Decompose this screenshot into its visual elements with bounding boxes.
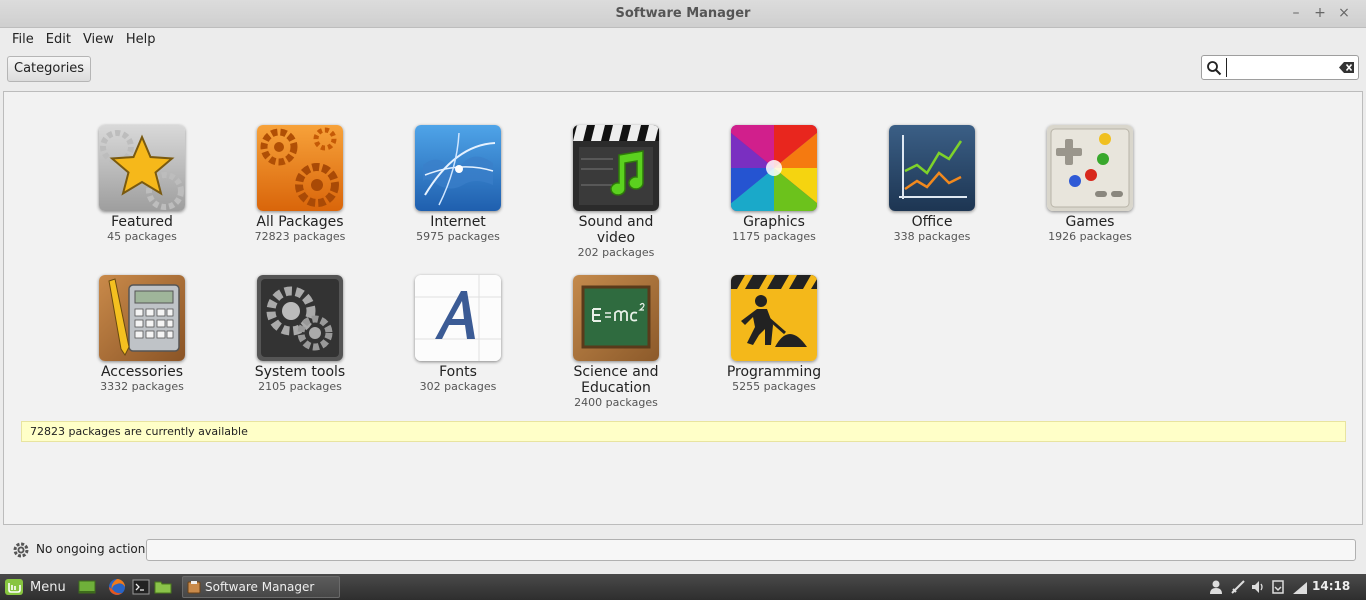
gamepad-icon: [1047, 125, 1133, 211]
search-icon: [1207, 61, 1222, 76]
close-button[interactable]: ×: [1336, 4, 1352, 22]
search-input[interactable]: [1226, 58, 1336, 77]
menu-edit[interactable]: Edit: [40, 32, 77, 47]
category-name: Sound and video: [578, 214, 654, 246]
availability-notice: 72823 packages are currently available: [21, 421, 1346, 442]
category-name: Office: [911, 214, 953, 230]
category-count: 1926 packages: [1048, 230, 1132, 243]
user-icon[interactable]: [1208, 579, 1224, 595]
category-count: 338 packages: [893, 230, 971, 243]
category-name: Featured: [111, 214, 173, 230]
minimize-button[interactable]: –: [1288, 4, 1304, 22]
category-name: Programming: [726, 364, 822, 380]
menu-view[interactable]: View: [77, 32, 120, 47]
update-manager-icon[interactable]: [1270, 579, 1286, 595]
category-sound-and-video[interactable]: Sound and video 202 packages: [546, 125, 686, 260]
mint-logo-icon: [5, 579, 23, 595]
status-text: No ongoing actions: [36, 542, 152, 556]
category-graphics[interactable]: Graphics 1175 packages: [704, 125, 844, 244]
system-gears-icon: [257, 275, 343, 361]
category-name: All Packages: [256, 214, 344, 230]
globe-icon: [415, 125, 501, 211]
category-count: 45 packages: [107, 230, 177, 243]
clear-search-icon[interactable]: [1339, 61, 1355, 74]
category-name: Graphics: [743, 214, 805, 230]
gear-icon: [13, 542, 29, 558]
category-featured[interactable]: Featured 45 packages: [72, 125, 212, 244]
category-count: 2105 packages: [258, 380, 342, 393]
category-count: 5255 packages: [732, 380, 816, 393]
menu-help[interactable]: Help: [120, 32, 162, 47]
clapper-music-icon: [573, 125, 659, 211]
category-name: Fonts: [439, 364, 477, 380]
category-count: 202 packages: [577, 246, 655, 259]
task-label: Software Manager: [205, 580, 315, 594]
category-count: 302 packages: [419, 380, 497, 393]
category-count: 72823 packages: [254, 230, 346, 243]
network-icon[interactable]: [1230, 579, 1246, 595]
category-games[interactable]: Games 1926 packages: [1020, 125, 1160, 244]
status-bar: No ongoing actions: [8, 537, 1358, 563]
taskbar: Menu Software Manager 14:18: [0, 574, 1366, 600]
clock: 14:18: [1312, 579, 1351, 593]
category-office[interactable]: Office 338 packages: [862, 125, 1002, 244]
taskbar-task-software-manager[interactable]: Software Manager: [182, 576, 340, 598]
volume-icon[interactable]: [1250, 579, 1266, 595]
toolbar: Categories: [0, 52, 1366, 86]
terminal-icon[interactable]: [132, 578, 150, 596]
category-accessories[interactable]: Accessories 3332 packages: [72, 275, 212, 394]
category-system-tools[interactable]: System tools 2105 packages: [230, 275, 370, 394]
title-bar: Software Manager – + ×: [0, 0, 1366, 28]
menu-file[interactable]: File: [6, 32, 40, 47]
search-box[interactable]: [1201, 55, 1359, 80]
category-all-packages[interactable]: All Packages 72823 packages: [230, 125, 370, 244]
progress-bar: [146, 539, 1356, 561]
categories-button[interactable]: Categories: [7, 56, 92, 82]
category-fonts[interactable]: Fonts 302 packages: [388, 275, 528, 394]
category-name: Games: [1065, 214, 1115, 230]
color-wheel-icon: [731, 125, 817, 211]
gears-icon: [257, 125, 343, 211]
category-count: 2400 packages: [574, 396, 658, 409]
taskbar-menu-button[interactable]: Menu: [4, 577, 66, 597]
category-name: Internet: [430, 214, 486, 230]
window-title: Software Manager: [615, 6, 751, 21]
category-name: Science and Education: [573, 364, 659, 396]
construction-icon: [731, 275, 817, 361]
software-manager-icon: [187, 581, 201, 594]
show-desktop-icon[interactable]: [78, 578, 96, 596]
category-name: Accessories: [100, 364, 184, 380]
categories-panel: Featured 45 packages All Packages 72823 …: [3, 91, 1363, 525]
featured-star-icon: [99, 125, 185, 211]
firefox-icon[interactable]: [108, 578, 126, 596]
calculator-icon: [99, 275, 185, 361]
category-name: System tools: [254, 364, 346, 380]
category-count: 5975 packages: [416, 230, 500, 243]
taskbar-menu-label: Menu: [30, 579, 66, 595]
category-count: 3332 packages: [100, 380, 184, 393]
battery-signal-icon[interactable]: [1292, 579, 1308, 595]
category-programming[interactable]: Programming 5255 packages: [704, 275, 844, 394]
files-folder-icon[interactable]: [154, 578, 172, 596]
font-icon: [415, 275, 501, 361]
chalkboard-icon: [573, 275, 659, 361]
category-internet[interactable]: Internet 5975 packages: [388, 125, 528, 244]
category-science-and-education[interactable]: Science and Education 2400 packages: [546, 275, 686, 410]
line-chart-icon: [889, 125, 975, 211]
category-count: 1175 packages: [732, 230, 816, 243]
menu-bar: File Edit View Help: [0, 28, 1366, 50]
window-controls: – + ×: [1288, 4, 1352, 22]
maximize-button[interactable]: +: [1312, 4, 1328, 22]
